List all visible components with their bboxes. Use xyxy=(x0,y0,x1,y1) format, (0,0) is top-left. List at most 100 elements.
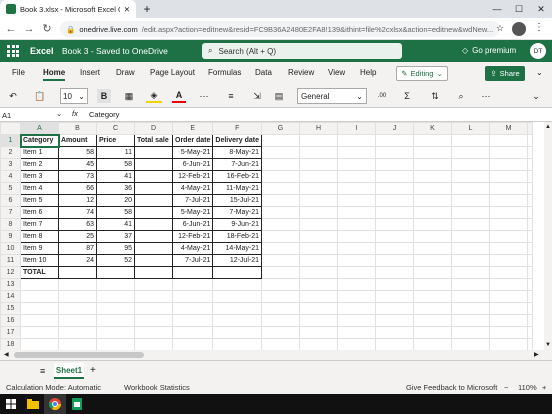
cell[interactable] xyxy=(337,194,376,207)
cell[interactable] xyxy=(375,302,414,315)
cell[interactable] xyxy=(489,242,528,255)
tab-file[interactable]: File xyxy=(12,68,25,77)
cell[interactable]: 5-May-21 xyxy=(171,206,214,219)
cell[interactable] xyxy=(337,314,376,327)
cell[interactable] xyxy=(527,170,533,183)
cell[interactable]: 6-Jun-21 xyxy=(171,218,214,231)
cell[interactable] xyxy=(20,302,59,315)
cell[interactable] xyxy=(171,314,214,327)
cell[interactable]: Item 8 xyxy=(20,230,59,243)
cell[interactable] xyxy=(375,266,414,279)
cell[interactable] xyxy=(134,242,173,255)
row-header[interactable]: 9 xyxy=(0,230,21,243)
cell[interactable] xyxy=(134,290,173,303)
cell[interactable] xyxy=(451,134,490,147)
row-header[interactable]: 7 xyxy=(0,206,21,219)
cell[interactable] xyxy=(489,206,528,219)
sheet-tab-sheet1[interactable]: Sheet1 xyxy=(54,363,84,379)
cell[interactable] xyxy=(451,278,490,291)
cell[interactable] xyxy=(96,278,135,291)
undo-icon[interactable]: ↶ xyxy=(6,89,20,103)
cell[interactable] xyxy=(261,278,300,291)
horizontal-scrollbar[interactable]: ◀ ▶ xyxy=(0,350,552,360)
select-all-corner[interactable] xyxy=(0,122,21,135)
cell[interactable] xyxy=(58,338,97,350)
tab-insert[interactable]: Insert xyxy=(80,68,100,77)
cell[interactable]: 58 xyxy=(58,146,97,159)
cell[interactable]: Item 2 xyxy=(20,158,59,171)
cell[interactable]: 73 xyxy=(58,170,97,183)
scroll-up-icon[interactable]: ▲ xyxy=(545,124,551,130)
cell[interactable] xyxy=(299,266,338,279)
cell[interactable] xyxy=(299,290,338,303)
cell[interactable] xyxy=(375,314,414,327)
cell[interactable]: Category xyxy=(19,133,60,148)
merge-icon[interactable]: ▤ xyxy=(272,89,286,103)
cell[interactable] xyxy=(527,302,533,315)
cell[interactable] xyxy=(337,158,376,171)
browser-tab[interactable]: Book 3.xlsx - Microsoft Excel Online ✕ xyxy=(0,0,136,18)
cell[interactable] xyxy=(337,242,376,255)
cell[interactable] xyxy=(299,146,338,159)
cell[interactable] xyxy=(134,218,173,231)
cell[interactable] xyxy=(261,194,300,207)
back-icon[interactable]: ← xyxy=(4,22,18,36)
cell[interactable] xyxy=(527,146,533,159)
cell[interactable] xyxy=(261,146,300,159)
cell[interactable]: 8-May-21 xyxy=(212,146,262,159)
star-icon[interactable]: ☆ xyxy=(496,23,504,34)
cell[interactable] xyxy=(527,194,533,207)
cell[interactable] xyxy=(337,266,376,279)
cell[interactable] xyxy=(451,194,490,207)
row-header[interactable]: 13 xyxy=(0,278,21,291)
cell[interactable] xyxy=(134,206,173,219)
cell[interactable] xyxy=(375,326,414,339)
cell[interactable] xyxy=(58,302,97,315)
cell[interactable] xyxy=(261,170,300,183)
column-header[interactable]: I xyxy=(337,122,376,135)
column-header[interactable]: A xyxy=(20,122,59,136)
cell[interactable] xyxy=(489,146,528,159)
cell[interactable] xyxy=(337,170,376,183)
cell[interactable]: 25 xyxy=(58,230,97,243)
row-header[interactable]: 5 xyxy=(0,182,21,195)
cell[interactable]: 5-May-21 xyxy=(171,146,214,159)
cell[interactable] xyxy=(375,134,414,147)
cell[interactable] xyxy=(58,278,97,291)
cell[interactable] xyxy=(489,290,528,303)
cell[interactable]: Item 9 xyxy=(20,242,59,255)
cell[interactable] xyxy=(413,266,452,279)
chrome-icon[interactable] xyxy=(44,394,66,414)
cell[interactable] xyxy=(212,314,262,327)
ribbon-collapse-icon[interactable]: ⌄ xyxy=(536,68,543,77)
column-header[interactable]: K xyxy=(413,122,452,135)
cell[interactable] xyxy=(171,266,214,279)
cell[interactable] xyxy=(527,230,533,243)
cell[interactable] xyxy=(299,134,338,147)
cell[interactable] xyxy=(489,302,528,315)
cell[interactable] xyxy=(337,254,376,267)
row-header[interactable]: 14 xyxy=(0,290,21,303)
row-header[interactable]: 6 xyxy=(0,194,21,207)
cell[interactable]: Order date xyxy=(171,134,214,147)
cell[interactable] xyxy=(337,338,376,350)
cell[interactable]: Price xyxy=(96,134,135,147)
share-button[interactable]: ⇪ Share xyxy=(485,66,525,81)
search-box[interactable]: ⌕ Search (Alt + Q) xyxy=(202,43,402,59)
cell[interactable]: Item 5 xyxy=(20,194,59,207)
cell[interactable] xyxy=(134,314,173,327)
row-header[interactable]: 10 xyxy=(0,242,21,255)
cell[interactable]: 7-May-21 xyxy=(212,206,262,219)
scroll-left-icon[interactable]: ◀ xyxy=(4,351,9,358)
cell[interactable] xyxy=(375,290,414,303)
cell[interactable] xyxy=(527,206,533,219)
cell[interactable]: 45 xyxy=(58,158,97,171)
cell[interactable]: 63 xyxy=(58,218,97,231)
cell[interactable] xyxy=(489,314,528,327)
cell[interactable] xyxy=(299,182,338,195)
cell[interactable] xyxy=(489,170,528,183)
cell[interactable]: 12 xyxy=(58,194,97,207)
cell[interactable] xyxy=(413,302,452,315)
row-header[interactable]: 15 xyxy=(0,302,21,315)
cell[interactable] xyxy=(58,326,97,339)
